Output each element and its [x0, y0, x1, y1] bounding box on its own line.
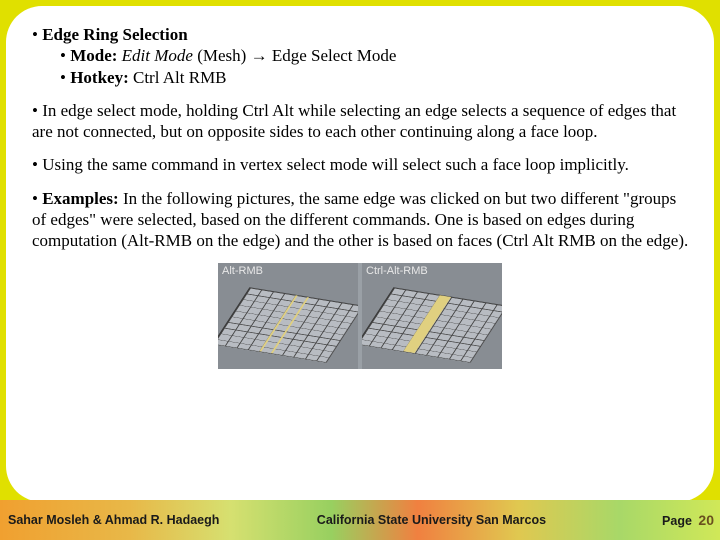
sub-label: Mode: [70, 46, 117, 65]
para-text: In edge select mode, holding Ctrl Alt wh… [32, 101, 676, 141]
panel-label-right: Ctrl-Alt-RMB [366, 265, 428, 279]
sub-label: Hotkey: [70, 68, 129, 87]
slide: Edge Ring Selection Mode: Edit Mode (Mes… [0, 0, 720, 540]
footer-page: Page 20 [634, 512, 720, 528]
examples-label: Examples: [42, 189, 119, 208]
figure-wrap: Alt-RMB Ctrl-Alt-RMB [28, 263, 692, 369]
sub-list: Mode: Edit Mode (Mesh) → Edge Select Mod… [60, 45, 692, 88]
sub-rest: (Mesh) → Edge Select Mode [197, 46, 396, 65]
page-number: 20 [698, 512, 714, 528]
examples-text: In the following pictures, the same edge… [32, 189, 688, 251]
footer-university: California State University San Marcos [317, 513, 634, 527]
sub-rest: Ctrl Alt RMB [133, 68, 227, 87]
footer-authors: Sahar Mosleh & Ahmad R. Hadaegh [0, 513, 317, 527]
figure-panel-right: Ctrl-Alt-RMB [362, 263, 502, 369]
bullet-edge-ring: Edge Ring Selection Mode: Edit Mode (Mes… [32, 24, 692, 88]
bullet-list: Edge Ring Selection Mode: Edit Mode (Mes… [32, 24, 692, 251]
slide-footer: Sahar Mosleh & Ahmad R. Hadaegh Californ… [0, 500, 720, 540]
bullet-para-2: Using the same command in vertex select … [32, 154, 692, 175]
panel-label-left: Alt-RMB [222, 265, 263, 279]
grid-plane-icon [362, 287, 502, 363]
sub-hotkey: Hotkey: Ctrl Alt RMB [60, 67, 692, 88]
bullet-para-1: In edge select mode, holding Ctrl Alt wh… [32, 100, 692, 143]
bullet-examples: Examples: In the following pictures, the… [32, 188, 692, 252]
sub-mode: Mode: Edit Mode (Mesh) → Edge Select Mod… [60, 45, 692, 66]
para-text: Using the same command in vertex select … [42, 155, 629, 174]
grid-plane-icon [218, 287, 358, 363]
figure: Alt-RMB Ctrl-Alt-RMB [218, 263, 502, 369]
bullet-title: Edge Ring Selection [42, 25, 187, 44]
content-card: Edge Ring Selection Mode: Edit Mode (Mes… [6, 6, 714, 502]
page-label: Page [662, 514, 692, 528]
sub-emph: Edit Mode [122, 46, 193, 65]
figure-panel-left: Alt-RMB [218, 263, 358, 369]
